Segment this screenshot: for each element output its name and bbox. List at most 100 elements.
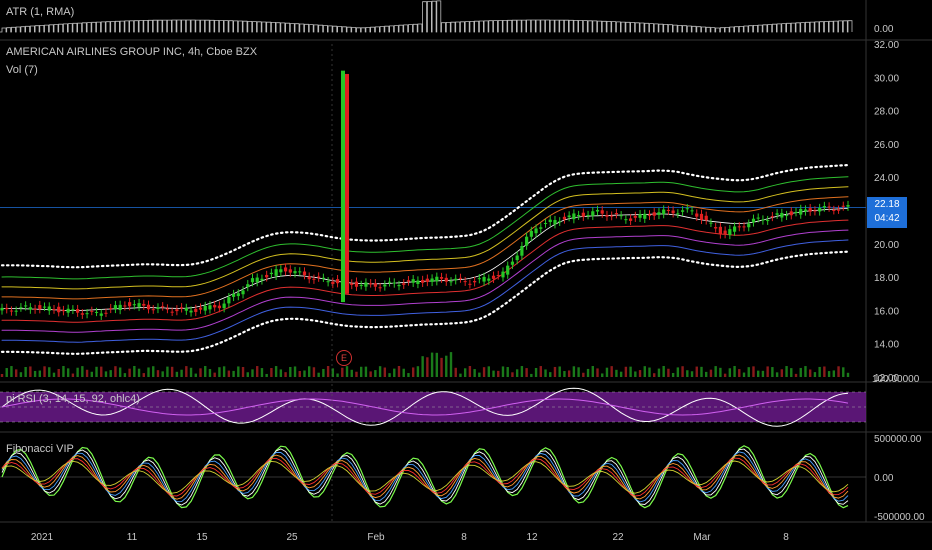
candle-body (515, 255, 519, 261)
candle-body (624, 219, 628, 221)
candle-body (246, 284, 250, 288)
volume-bar (714, 366, 717, 377)
candle-body (614, 213, 619, 215)
x-axis-tick: 8 (461, 532, 467, 543)
volume-bar (487, 366, 491, 377)
candle-body (260, 278, 264, 281)
chart-canvas[interactable]: 32.0030.0028.0026.0024.0022.0020.0018.00… (0, 0, 932, 550)
volume-bar (497, 370, 500, 377)
candle-body (647, 214, 652, 216)
earnings-marker[interactable]: E (336, 350, 352, 366)
candle-body (397, 285, 401, 287)
candle-body (463, 281, 467, 283)
candle-body (80, 313, 84, 315)
candle-body (638, 214, 642, 218)
candle-body (572, 213, 576, 220)
x-axis-tick: 25 (286, 532, 298, 543)
volume-bar (298, 370, 301, 377)
volume-bar (279, 369, 283, 377)
volume-bar (133, 366, 136, 377)
candle-body (756, 217, 760, 219)
candle-body (633, 215, 637, 218)
volume-bar (549, 372, 552, 377)
candle-body (832, 210, 836, 212)
volume-bar (534, 367, 538, 377)
candle-body (799, 208, 803, 215)
volume-bar (345, 366, 349, 377)
candle-body (619, 215, 623, 217)
candle-body (487, 278, 491, 281)
volume-bar (804, 366, 807, 377)
candle-body (76, 309, 80, 313)
candle-body (543, 223, 548, 225)
volume-bar (175, 371, 179, 377)
volume-bar (180, 369, 183, 377)
volume-bar (567, 370, 571, 377)
volume-bar (619, 371, 623, 377)
volume-bar (152, 366, 155, 377)
volume-bar (610, 366, 613, 377)
candle-body (90, 310, 94, 312)
volume-bar (411, 367, 415, 377)
volume-bar (700, 366, 703, 377)
volume-bar (81, 366, 84, 377)
volume-bar (388, 373, 391, 377)
volume-bar (293, 366, 297, 377)
volume-bar (204, 366, 207, 377)
candle-body (628, 218, 633, 221)
candle-body (539, 227, 543, 229)
candle-body (662, 209, 666, 215)
volume-bar (355, 371, 358, 377)
candle-body (170, 311, 174, 313)
volume-bar (648, 367, 651, 377)
volume-bar (690, 371, 694, 377)
candle-body (236, 293, 240, 297)
x-axis-tick: 15 (196, 532, 208, 543)
fib-pane-label: Fibonacci VIP (6, 443, 74, 455)
volume-bar (222, 366, 226, 377)
candle-body (250, 278, 255, 283)
candle-body (109, 308, 113, 310)
candle-body (203, 305, 207, 311)
volume-bar (383, 367, 387, 377)
candle-body (770, 216, 774, 218)
candle-body (421, 279, 425, 283)
candle-body (520, 246, 524, 256)
volume-bar (832, 370, 836, 377)
volume-bar (686, 370, 689, 377)
volume-bar (118, 367, 122, 377)
candle-body (775, 213, 779, 215)
volume-bar (336, 373, 339, 377)
candle-body (373, 283, 377, 287)
volume-bar (29, 366, 32, 377)
candle-body (567, 215, 571, 218)
volume-bar (213, 372, 216, 377)
candle-body (477, 278, 481, 280)
candle-body (553, 220, 557, 225)
price-axis-tick: 28.00 (874, 107, 899, 118)
candle-body (151, 309, 155, 311)
volume-bar (705, 371, 708, 377)
volume-bar (137, 368, 141, 377)
volume-bar (189, 367, 193, 377)
candle-body (468, 283, 472, 285)
volume-bar (66, 368, 70, 377)
candle-body (208, 305, 212, 310)
candle-body (794, 211, 798, 213)
volume-bar (842, 367, 845, 377)
x-axis-tick: 2021 (31, 532, 54, 543)
candle-body (302, 271, 307, 276)
candle-body (0, 307, 4, 311)
volume-bar (237, 366, 240, 377)
volume-bar (62, 366, 65, 377)
volume-bar (303, 370, 306, 377)
volume-bar (326, 366, 330, 377)
candle-body (24, 305, 28, 307)
volume-bar (846, 372, 850, 377)
price-axis-tick: 20.00 (874, 240, 899, 251)
volume-bar (246, 372, 249, 377)
volume-bar (794, 373, 798, 377)
volume-bar (601, 373, 604, 377)
candle-body (99, 313, 103, 316)
candle-body (728, 229, 732, 235)
